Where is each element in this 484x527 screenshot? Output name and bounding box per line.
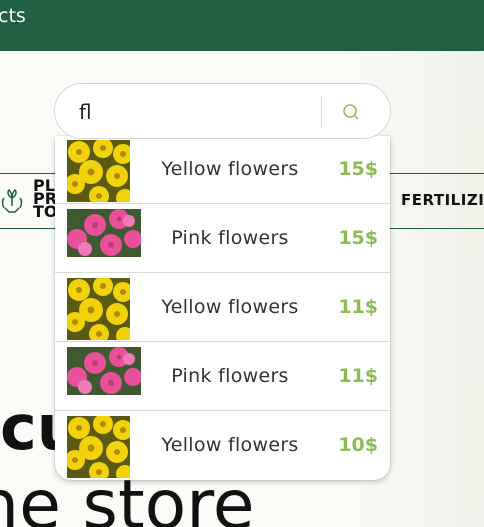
suggestion-item[interactable]: Yellow flowers 10$ (55, 412, 390, 480)
suggestion-name: Pink flowers (171, 227, 289, 249)
search-box (54, 83, 391, 139)
plant-hands-icon (1, 188, 23, 213)
suggestion-item[interactable]: Pink flowers 11$ (55, 343, 390, 411)
suggestion-item[interactable]: Yellow flowers 15$ (55, 136, 390, 204)
suggestion-name: Yellow flowers (161, 296, 299, 318)
search-button[interactable] (339, 99, 363, 125)
suggestion-name: Yellow flowers (161, 158, 299, 180)
pink-flowers-thumbnail (67, 347, 141, 395)
suggestion-item[interactable]: Pink flowers 15$ (55, 205, 390, 273)
yellow-flowers-thumbnail (67, 140, 130, 202)
suggestion-name: Yellow flowers (161, 434, 299, 456)
search-divider (321, 97, 322, 127)
nav-link-products[interactable]: cts (0, 5, 26, 27)
search-icon (343, 104, 359, 120)
suggestion-price: 11$ (338, 296, 378, 318)
suggestion-item[interactable]: Yellow flowers 11$ (55, 274, 390, 342)
top-nav-bar: cts (0, 0, 484, 51)
suggestion-price: 10$ (338, 434, 378, 456)
category-fertilizers[interactable]: FERTILIZI (401, 191, 484, 209)
pink-flowers-thumbnail (67, 209, 141, 257)
suggestion-price: 11$ (338, 365, 378, 387)
suggestion-name: Pink flowers (171, 365, 289, 387)
yellow-flowers-thumbnail (67, 416, 130, 478)
yellow-flowers-thumbnail (67, 278, 130, 340)
suggestion-price: 15$ (338, 227, 378, 249)
search-input[interactable] (79, 98, 299, 126)
search-suggestions-dropdown: Yellow flowers 15$ Pink flowers 15$ Yell… (55, 136, 390, 480)
suggestion-price: 15$ (338, 158, 378, 180)
